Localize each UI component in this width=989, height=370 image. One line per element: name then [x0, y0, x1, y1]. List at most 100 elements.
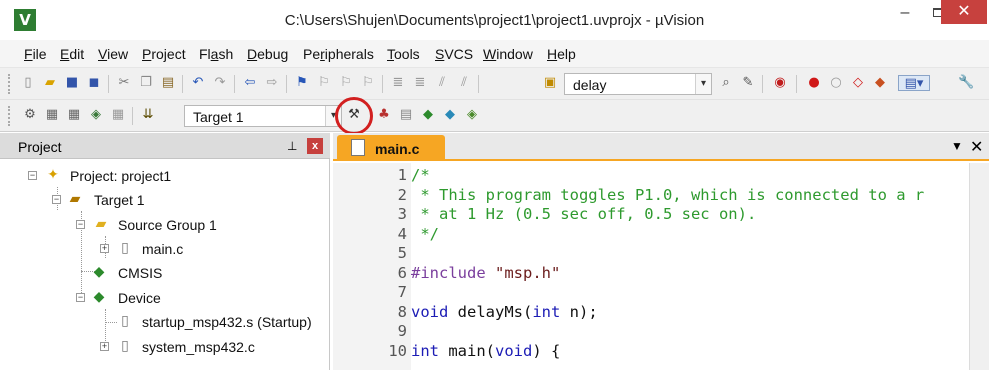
toolbar-grip[interactable] [8, 106, 11, 126]
collapse-toggle-icon[interactable]: − [52, 195, 61, 204]
project-panel-header: Project ⊥ x [0, 133, 330, 159]
disable-breakpoints-icon[interactable]: ◇ [850, 75, 866, 91]
tree-item-system[interactable]: + ▯ system_msp432.c [0, 336, 330, 358]
collapse-toggle-icon[interactable]: − [76, 293, 85, 302]
kill-breakpoints-icon[interactable]: ◆ [872, 75, 888, 91]
configure-icon[interactable]: 🔧 [958, 75, 974, 91]
download-icon[interactable]: ⇊ [140, 107, 156, 123]
stop-build-icon[interactable]: ▦ [110, 107, 126, 123]
pack-installer-icon[interactable]: ◈ [464, 107, 480, 123]
project-tree: − ✦ Project: project1 − ▰ Target 1 − ▰ S… [0, 159, 330, 370]
tab-main-c[interactable]: main.c [337, 135, 445, 161]
code-line[interactable]: 8 void delayMs(int n); [333, 302, 969, 322]
menu-edit[interactable]: Edit [60, 46, 84, 62]
code-token: */ [411, 224, 439, 243]
rebuild-icon[interactable]: ▦ [66, 107, 82, 123]
tree-item-source-group[interactable]: − ▰ Source Group 1 [0, 214, 330, 236]
menu-help[interactable]: Help [547, 46, 576, 62]
code-line[interactable]: 1/* [333, 165, 969, 185]
code-line[interactable]: 3 * at 1 Hz (0.5 sec off, 0.5 sec on). [333, 204, 969, 224]
component-icon: ◆ [93, 264, 105, 280]
menu-view[interactable]: View [98, 46, 128, 62]
tree-label-target: Target 1 [94, 192, 145, 208]
manage-run-time-env-icon[interactable]: ◆ [420, 107, 436, 123]
tab-list-chevron-icon[interactable]: ▼ [951, 139, 963, 153]
file-extensions-icon[interactable]: ♣ [376, 107, 392, 123]
prev-bookmark-icon[interactable]: ⚐ [316, 75, 332, 91]
translate-icon[interactable]: ⚙ [22, 107, 38, 123]
tree-item-project[interactable]: − ✦ Project: project1 [0, 165, 330, 187]
menu-tools[interactable]: Tools [387, 46, 420, 62]
code-text: int main(void) { [411, 341, 560, 361]
target-select[interactable]: Target 1 ▾ [184, 105, 342, 127]
tree-item-device[interactable]: − ◆ Device [0, 287, 330, 309]
uncomment-icon[interactable]: ⫽ [456, 75, 472, 91]
manage-multi-project-icon[interactable]: ▤ [398, 107, 414, 123]
tab-close-icon[interactable]: ✕ [970, 137, 983, 157]
document-icon [351, 139, 365, 156]
close-button[interactable]: ✕ [941, 0, 987, 24]
clear-bookmarks-icon[interactable]: ⚐ [360, 75, 376, 91]
editor-vertical-scrollbar[interactable] [969, 163, 989, 370]
redo-icon[interactable]: ↷ [212, 75, 228, 91]
menu-debug[interactable]: Debug [247, 46, 288, 62]
menu-flash[interactable]: Flash [199, 46, 233, 62]
unindent-icon[interactable]: ≣ [412, 75, 428, 91]
build-icon[interactable]: ▦ [44, 107, 60, 123]
menu-file[interactable]: File [24, 46, 47, 62]
menu-window[interactable]: Window [483, 46, 533, 62]
tree-item-startup[interactable]: ▯ startup_msp432.s (Startup) [0, 311, 330, 333]
collapse-toggle-icon[interactable]: − [28, 171, 37, 180]
batch-build-icon[interactable]: ◈ [88, 107, 104, 123]
comment-icon[interactable]: ⫽ [434, 75, 450, 91]
indent-icon[interactable]: ≣ [390, 75, 406, 91]
panel-close-icon[interactable]: x [307, 138, 323, 154]
bookmark-icon[interactable]: ⚑ [294, 75, 310, 91]
navigate-back-icon[interactable]: ⇦ [242, 75, 258, 91]
collapse-toggle-icon[interactable]: − [76, 220, 85, 229]
code-line[interactable]: 9 [333, 321, 969, 341]
enable-breakpoint-icon[interactable]: ○ [828, 75, 844, 91]
tree-item-target[interactable]: − ▰ Target 1 [0, 189, 330, 211]
code-line[interactable]: 7 [333, 282, 969, 302]
navigate-forward-icon[interactable]: ⇨ [264, 75, 280, 91]
find-in-files-icon[interactable]: ▣ [542, 75, 558, 91]
code-editor[interactable]: 1/* 2 * This program toggles P1.0, which … [333, 163, 969, 370]
tree-item-main-c[interactable]: + ▯ main.c [0, 238, 330, 260]
expand-toggle-icon[interactable]: + [100, 244, 109, 253]
expand-toggle-icon[interactable]: + [100, 342, 109, 351]
next-bookmark-icon[interactable]: ⚐ [338, 75, 354, 91]
start-debug-icon[interactable]: ◉ [772, 75, 788, 91]
incremental-find-icon[interactable]: ✎ [740, 75, 756, 91]
menu-svcs[interactable]: SVCS [435, 46, 473, 62]
code-line[interactable]: 4 */ [333, 224, 969, 244]
new-file-icon[interactable]: ▯ [20, 75, 36, 91]
line-number: 1 [397, 166, 407, 184]
insert-breakpoint-icon[interactable]: ● [806, 75, 822, 91]
find-icon[interactable]: ⌕ [718, 75, 734, 91]
menu-project[interactable]: Project [142, 46, 186, 62]
select-packs-icon[interactable]: ◆ [442, 107, 458, 123]
toolbar-grip[interactable] [8, 74, 11, 94]
save-all-icon[interactable]: ◼ [86, 75, 102, 91]
menu-peripherals[interactable]: Peripherals [303, 46, 374, 62]
copy-icon[interactable]: ❐ [138, 75, 154, 91]
toolbar-separator [234, 75, 235, 93]
undo-icon[interactable]: ↶ [190, 75, 206, 91]
code-line[interactable]: 10 int main(void) { [333, 341, 969, 361]
project-icon: ✦ [47, 167, 59, 183]
tree-item-cmsis[interactable]: ◆ CMSIS [0, 262, 330, 284]
open-folder-icon[interactable]: ▰ [42, 75, 58, 91]
window-layout-icon[interactable]: ▤▾ [898, 75, 930, 91]
file-icon: ▯ [121, 240, 129, 256]
paste-icon[interactable]: ▤ [160, 75, 176, 91]
find-combo[interactable]: delay ▾ [564, 73, 712, 95]
pin-icon[interactable]: ⊥ [287, 139, 297, 153]
chevron-down-icon[interactable]: ▾ [695, 74, 711, 94]
code-line[interactable]: 5 [333, 243, 969, 263]
code-line[interactable]: 6 #include "msp.h" [333, 263, 969, 283]
save-icon[interactable]: ■ [64, 75, 80, 91]
menu-bar: File Edit View Project Flash Debug Perip… [0, 40, 989, 68]
code-line[interactable]: 2 * This program toggles P1.0, which is … [333, 185, 969, 205]
cut-icon[interactable]: ✂ [116, 75, 132, 91]
